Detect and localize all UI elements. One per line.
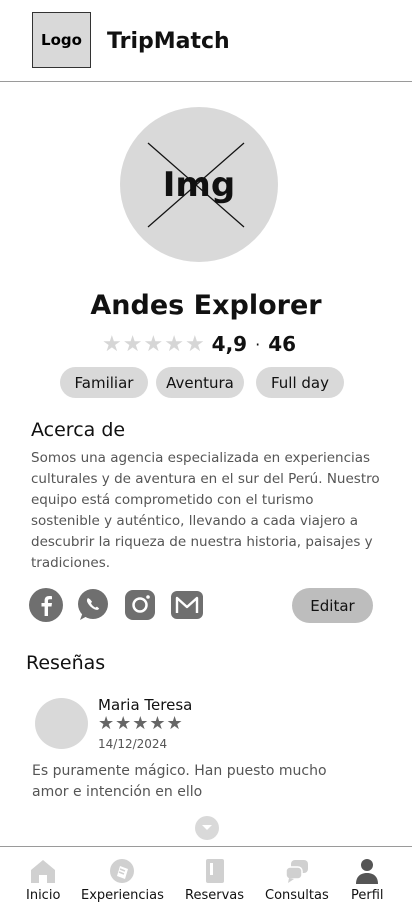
reviews-title: Reseñas: [26, 652, 106, 674]
reviewer-avatar: [35, 698, 88, 749]
tag-full-day[interactable]: Full day: [256, 367, 344, 398]
star-icon: ★: [164, 331, 184, 357]
rating-stars: ★★★★★: [102, 332, 206, 357]
nav-label: Reservas: [185, 888, 244, 903]
edit-button[interactable]: Editar: [292, 588, 373, 623]
bottom-nav: Inicio Experiencias Reservas Consultas P…: [0, 846, 412, 917]
book-icon: [201, 857, 229, 885]
star-icon: ★: [184, 331, 205, 357]
nav-item-consultas[interactable]: Consultas: [265, 857, 329, 903]
social-links: [29, 588, 217, 622]
logo-label: Logo: [41, 31, 82, 49]
profile-image-label: Img: [162, 164, 236, 205]
whatsapp-icon[interactable]: [76, 588, 110, 622]
rating-separator: ·: [255, 334, 261, 354]
profile-name: Andes Explorer: [90, 290, 322, 321]
review-date: 14/12/2024: [98, 737, 168, 751]
rating-row: ★★★★★ 4,9 · 46: [102, 331, 296, 357]
nav-item-perfil[interactable]: Perfil: [351, 857, 384, 903]
nav-label: Inicio: [26, 888, 61, 903]
about-text: Somos una agencia especializada en exper…: [31, 450, 380, 571]
star-icon: ★: [143, 331, 164, 357]
user-icon: [353, 857, 381, 885]
review-text: Es puramente mágico. Han puesto mucho am…: [32, 763, 327, 800]
instagram-icon[interactable]: [123, 588, 157, 622]
about-title: Acerca de: [31, 419, 126, 441]
nav-item-inicio[interactable]: Inicio: [26, 857, 60, 903]
logo[interactable]: Logo: [32, 12, 91, 68]
facebook-icon[interactable]: [29, 588, 63, 622]
app-header: Logo TripMatch: [0, 0, 412, 82]
rating-value: 4,9: [211, 332, 248, 356]
nav-label: Perfil: [351, 888, 384, 903]
chevron-down-icon: [202, 825, 212, 830]
nav-label: Consultas: [265, 888, 329, 903]
nav-item-experiencias[interactable]: Experiencias: [81, 857, 164, 903]
app-title: TripMatch: [107, 29, 230, 54]
tag-aventura[interactable]: Aventura: [156, 367, 244, 398]
experiences-icon: [108, 857, 136, 885]
star-icon: ★: [102, 331, 122, 357]
nav-item-reservas[interactable]: Reservas: [185, 857, 244, 903]
mail-icon[interactable]: [170, 588, 204, 622]
chat-icon: [283, 857, 311, 885]
tag-familiar[interactable]: Familiar: [60, 367, 148, 398]
nav-label: Experiencias: [81, 888, 164, 903]
star-icon: ★: [122, 331, 143, 357]
reviewer-name: Maria Teresa: [98, 696, 193, 714]
review-count: 46: [268, 332, 297, 356]
profile-image: Img: [120, 107, 278, 262]
home-icon: [29, 857, 57, 885]
scroll-down-button[interactable]: [195, 816, 219, 840]
review-stars: ★★★★★: [98, 713, 184, 734]
